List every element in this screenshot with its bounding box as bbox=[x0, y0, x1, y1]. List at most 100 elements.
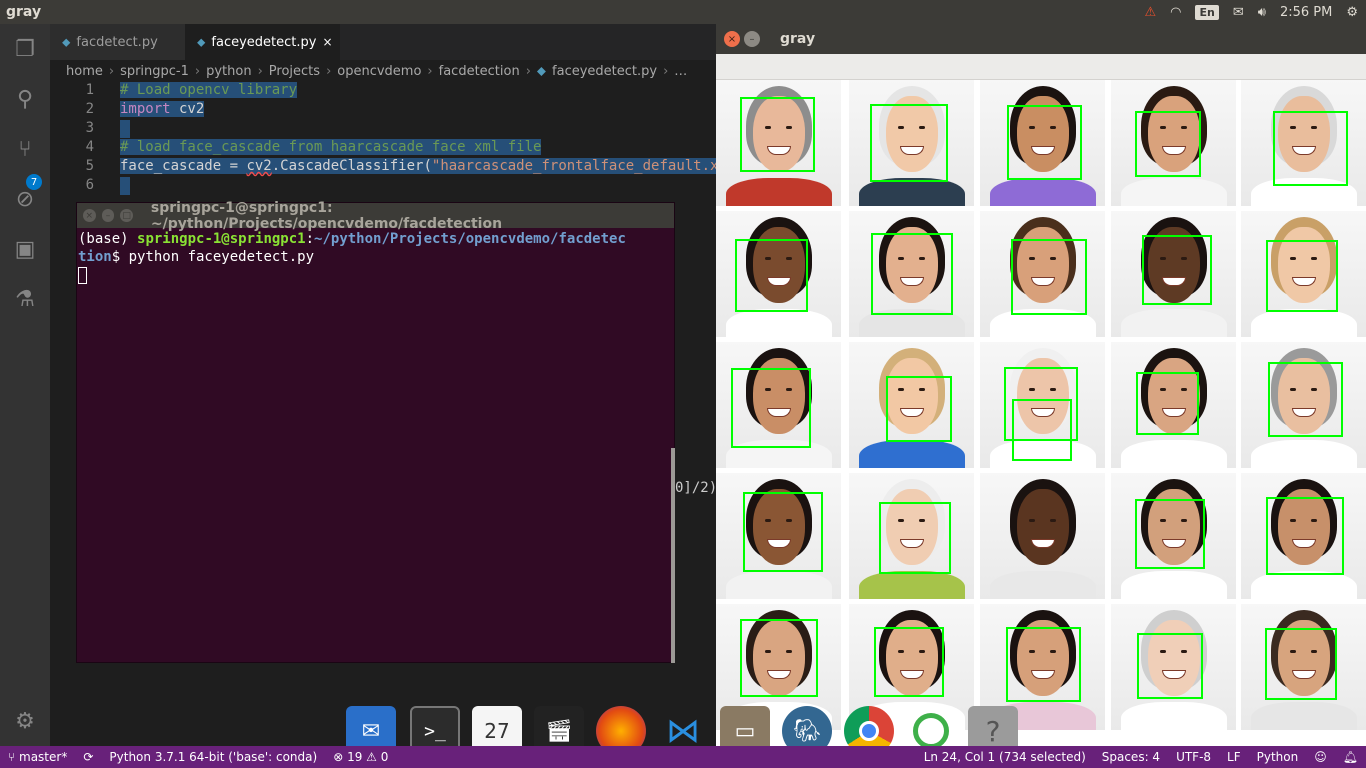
problems-indicator[interactable]: ⊗ 19 ⚠ 0 bbox=[325, 750, 396, 764]
breadcrumb-item[interactable]: home bbox=[66, 64, 103, 79]
breadcrumb-item[interactable]: faceyedetect.py bbox=[552, 64, 657, 79]
settings-gear-icon[interactable]: ⚙ bbox=[10, 706, 40, 736]
gear-icon[interactable]: ⚙ bbox=[1346, 5, 1358, 20]
breadcrumb-item[interactable]: python bbox=[206, 64, 251, 79]
code-line: face_cascade = cv2.CascadeClassifier("ha… bbox=[120, 158, 719, 174]
wifi-icon[interactable]: ◠ bbox=[1170, 5, 1181, 20]
maximize-icon[interactable]: □ bbox=[120, 209, 133, 222]
debug-icon[interactable]: ⊘ bbox=[10, 184, 40, 214]
image-window-toolbar bbox=[716, 54, 1366, 80]
face-photo-tile bbox=[1111, 80, 1236, 206]
tab-label: faceyedetect.py bbox=[211, 34, 317, 50]
face-detection-box bbox=[1266, 497, 1344, 575]
face-photo-tile bbox=[980, 80, 1105, 206]
face-detection-box bbox=[740, 97, 815, 172]
source-control-icon[interactable]: ⑂ bbox=[10, 134, 40, 164]
close-tab-icon[interactable]: × bbox=[322, 35, 332, 49]
status-bar: ⑂ master* ⟳ Python 3.7.1 64-bit ('base':… bbox=[0, 746, 1366, 768]
line-number: 2 bbox=[85, 101, 94, 117]
face-photo-tile bbox=[1241, 342, 1366, 468]
keyboard-layout-indicator[interactable]: En bbox=[1195, 4, 1219, 20]
active-window-title: gray bbox=[6, 4, 42, 20]
git-branch[interactable]: ⑂ master* bbox=[0, 750, 75, 764]
face-detection-box bbox=[1265, 628, 1337, 700]
cursor-position[interactable]: Ln 24, Col 1 (734 selected) bbox=[916, 750, 1094, 764]
face-photo-tile bbox=[1241, 473, 1366, 599]
tab-label: facdetect.py bbox=[76, 34, 158, 50]
tab-facdetect[interactable]: ⬥ facdetect.py bbox=[50, 24, 185, 60]
code-line bbox=[120, 177, 130, 195]
line-number: 1 bbox=[85, 82, 94, 98]
face-detection-box bbox=[1142, 235, 1212, 305]
face-detection-box bbox=[886, 376, 952, 442]
python-interpreter[interactable]: Python 3.7.1 64-bit ('base': conda) bbox=[101, 750, 325, 764]
bell-icon[interactable]: 🔔︎ bbox=[1335, 750, 1366, 764]
face-photo-tile bbox=[849, 80, 974, 206]
editor-tabs: ⬥ facdetect.py ⬥ faceyedetect.py × bbox=[50, 24, 716, 60]
face-detection-box bbox=[870, 104, 948, 182]
face-photo-tile bbox=[1111, 342, 1236, 468]
face-photo-tile bbox=[980, 211, 1105, 337]
terminal-title: springpc-1@springpc1: ~/python/Projects/… bbox=[150, 199, 503, 232]
face-photo-tile bbox=[1111, 604, 1236, 730]
line-number: 5 bbox=[85, 158, 94, 174]
close-icon[interactable]: × bbox=[83, 209, 96, 222]
face-detection-box bbox=[879, 502, 951, 574]
terminal-titlebar[interactable]: × – □ springpc-1@springpc1: ~/python/Pro… bbox=[77, 200, 674, 232]
face-photo-tile bbox=[1241, 211, 1366, 337]
mail-icon[interactable]: ✉ bbox=[1233, 5, 1244, 20]
minimize-icon[interactable]: – bbox=[101, 209, 115, 222]
breadcrumb: home › springpc-1 › python › Projects › open… bbox=[50, 60, 716, 82]
image-window-titlebar[interactable]: × – gray bbox=[716, 24, 1366, 54]
face-detection-box bbox=[743, 492, 823, 572]
minimize-icon[interactable]: – bbox=[744, 31, 760, 47]
end-of-line[interactable]: LF bbox=[1219, 750, 1249, 764]
face-detection-box bbox=[731, 368, 811, 448]
encoding[interactable]: UTF-8 bbox=[1168, 750, 1219, 764]
terminal-window[interactable]: × – □ springpc-1@springpc1: ~/python/Pro… bbox=[76, 200, 675, 663]
face-detection-box bbox=[1012, 399, 1072, 461]
code-line: # load face_cascade from haarcascade fac… bbox=[120, 139, 542, 155]
close-icon[interactable]: × bbox=[724, 31, 740, 47]
clock[interactable]: 2:56 PM bbox=[1280, 5, 1332, 20]
feedback-icon[interactable]: ☺ bbox=[1306, 750, 1335, 764]
warning-icon[interactable]: ⚠ bbox=[1144, 5, 1156, 20]
breadcrumb-item[interactable]: Projects bbox=[269, 64, 320, 79]
face-detection-image bbox=[716, 80, 1366, 746]
face-photo-tile bbox=[716, 473, 841, 599]
breadcrumb-item[interactable]: opencvdemo bbox=[337, 64, 421, 79]
face-detection-box bbox=[1007, 105, 1082, 180]
face-photo-tile bbox=[849, 342, 974, 468]
explorer-icon[interactable]: ❐ bbox=[10, 34, 40, 64]
face-detection-box bbox=[874, 627, 944, 697]
extensions-icon[interactable]: ▣ bbox=[10, 234, 40, 264]
image-window-title: gray bbox=[780, 31, 816, 47]
tab-faceyedetect[interactable]: ⬥ faceyedetect.py × bbox=[185, 24, 340, 60]
face-detection-box bbox=[1135, 111, 1201, 177]
python-file-icon: ⬥ bbox=[536, 63, 547, 79]
face-detection-box bbox=[1006, 627, 1081, 702]
search-icon[interactable]: ⚲ bbox=[10, 84, 40, 114]
opencv-image-window[interactable]: × – gray bbox=[716, 24, 1366, 746]
language-mode[interactable]: Python bbox=[1249, 750, 1307, 764]
breadcrumb-item[interactable]: … bbox=[674, 64, 687, 79]
face-detection-box bbox=[740, 619, 818, 697]
line-number: 3 bbox=[85, 120, 94, 136]
test-flask-icon[interactable]: ⚗ bbox=[10, 284, 40, 314]
face-photo-tile bbox=[716, 342, 841, 468]
face-photo-tile bbox=[1241, 604, 1366, 730]
line-number: 6 bbox=[85, 177, 94, 193]
face-detection-box bbox=[735, 239, 808, 312]
breadcrumb-item[interactable]: springpc-1 bbox=[120, 64, 189, 79]
code-line bbox=[120, 120, 130, 138]
indentation[interactable]: Spaces: 4 bbox=[1094, 750, 1168, 764]
editor-overflow-text: 0]/2) bbox=[675, 480, 718, 496]
top-panel: gray ⚠ ◠ En ✉ 🔊︎ 2:56 PM ⚙ bbox=[0, 0, 1366, 24]
breadcrumb-item[interactable]: facdetection bbox=[439, 64, 520, 79]
face-photo-tile bbox=[716, 80, 841, 206]
volume-icon[interactable]: 🔊︎ bbox=[1258, 5, 1266, 20]
terminal-output[interactable]: (base) springpc-1@springpc1:~/python/Pro… bbox=[77, 230, 674, 284]
face-detection-box bbox=[1266, 240, 1338, 312]
sync-icon[interactable]: ⟳ bbox=[75, 750, 101, 764]
face-detection-box bbox=[1268, 362, 1343, 437]
